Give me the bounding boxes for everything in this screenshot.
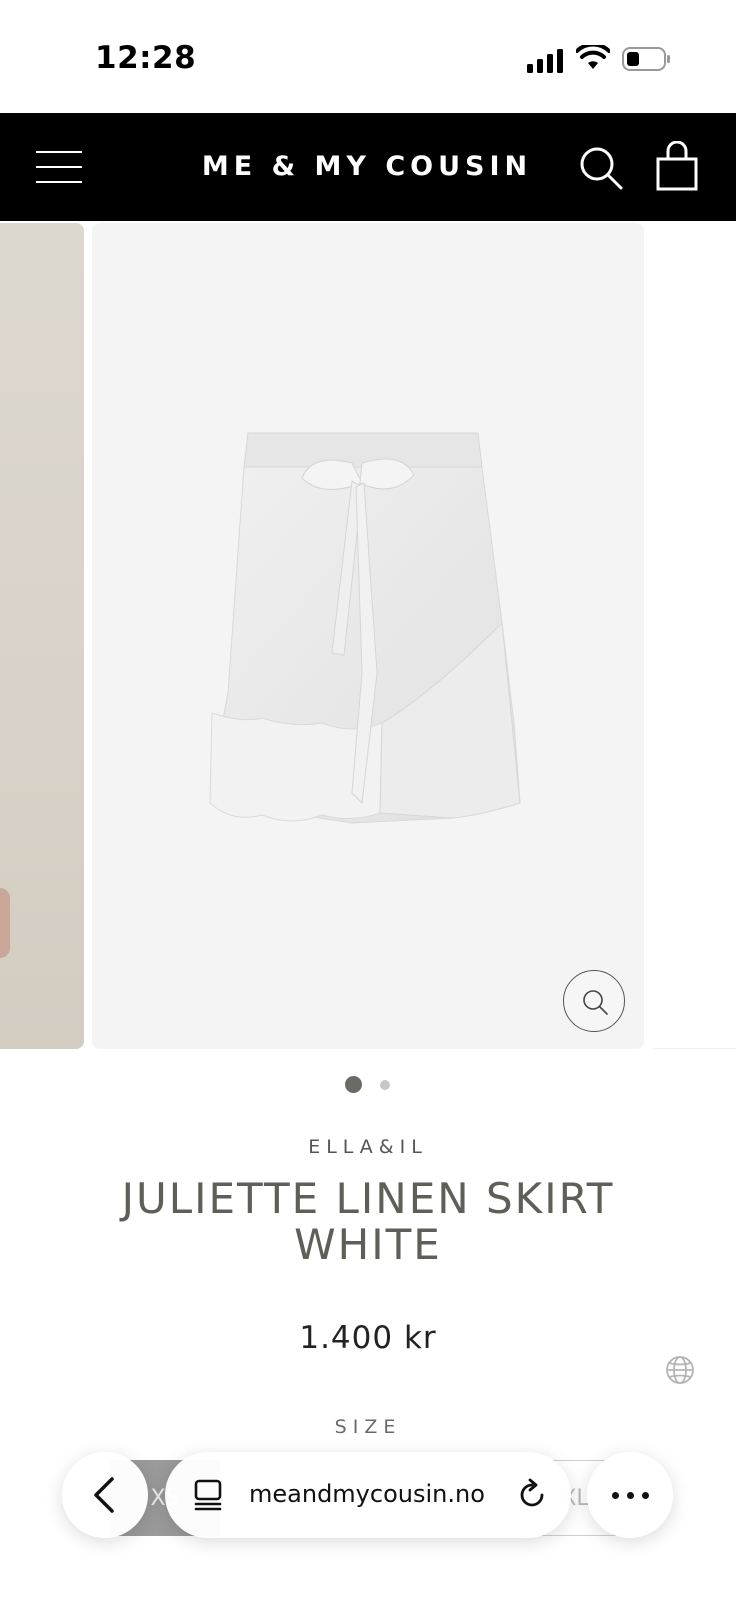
back-button[interactable]: [62, 1452, 148, 1538]
gallery-pagination: [0, 1075, 736, 1095]
site-logo[interactable]: ME & MY COUSIN: [180, 151, 554, 182]
gallery-slide-next[interactable]: [654, 223, 736, 1049]
status-time: 12:28: [95, 40, 197, 76]
url-text[interactable]: meandmycousin.no: [249, 1480, 485, 1508]
gallery-slide-active[interactable]: [92, 223, 644, 1049]
status-bar: 12:28: [0, 0, 736, 113]
browser-toolbar: meandmycousin.no: [0, 1440, 736, 1600]
product-title: JULIETTE LINEN SKIRT WHITE: [121, 1174, 615, 1269]
zoom-icon: [583, 990, 608, 1015]
wifi-icon: [576, 45, 610, 69]
address-bar[interactable]: meandmycousin.no: [165, 1452, 571, 1538]
product-brand[interactable]: ELLA&IL: [0, 1136, 736, 1158]
back-chevron-icon: [94, 1477, 114, 1513]
globe-icon[interactable]: [664, 1354, 696, 1386]
model-arm-image: [0, 888, 10, 958]
more-icon: [612, 1492, 619, 1499]
pagination-dot[interactable]: [380, 1080, 390, 1090]
more-button[interactable]: [587, 1452, 673, 1538]
size-label: SIZE: [334, 1416, 402, 1438]
pagination-dot-active[interactable]: [345, 1076, 362, 1093]
cart-icon[interactable]: [654, 141, 700, 191]
battery-icon: [622, 47, 670, 71]
product-gallery[interactable]: [0, 221, 736, 1051]
zoom-button[interactable]: [563, 970, 625, 1032]
menu-icon[interactable]: [36, 149, 82, 185]
product-image-skirt: [209, 432, 521, 824]
cellular-signal-icon: [527, 47, 565, 73]
tabs-icon[interactable]: [193, 1478, 223, 1512]
site-header: ME & MY COUSIN: [0, 113, 736, 221]
gallery-slide-previous[interactable]: [0, 223, 84, 1049]
reload-icon[interactable]: [515, 1478, 549, 1512]
search-icon[interactable]: [578, 145, 624, 191]
product-price: 1.400 kr: [299, 1320, 437, 1356]
